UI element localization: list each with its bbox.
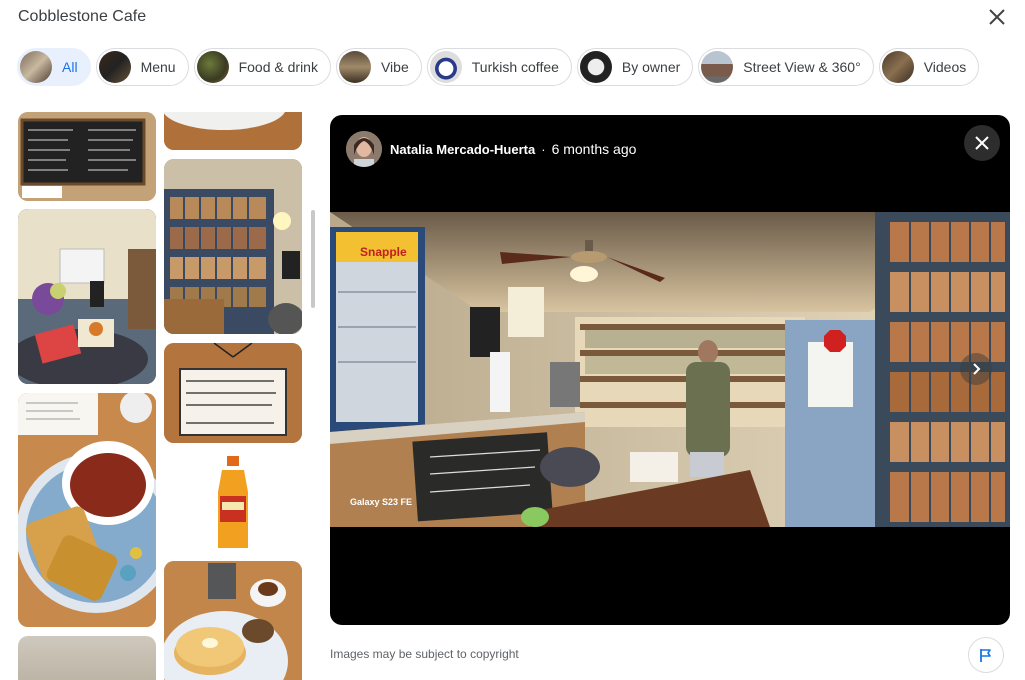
report-photo-button[interactable] [968,637,1004,673]
chip-food-drink[interactable]: Food & drink [193,48,331,86]
close-icon [989,9,1005,25]
photo-thumbnail-table-flowers[interactable] [18,209,156,384]
chip-thumbnail [429,51,462,83]
chip-label: Turkish coffee [471,59,559,75]
photo-thumbnail-plate-top[interactable] [164,112,302,150]
photo-thumbnail-breakfast-sign[interactable] [164,343,302,443]
main-photo[interactable]: Snapple [330,212,1010,527]
close-icon [975,136,989,150]
chip-label: Menu [140,59,176,75]
chip-all[interactable]: All [17,48,91,86]
page-title: Cobblestone Cafe [18,8,147,25]
chip-videos[interactable]: Videos [878,48,980,86]
chip-label: Street View & 360° [743,59,861,75]
photo-thumbnail-bookshelf[interactable] [164,159,302,334]
photo-viewer: Natalia Mercado-Huerta · 6 months ago Sn… [330,115,1010,625]
photo-thumbnail-chalkboard-menu[interactable] [18,112,156,201]
svg-text:Snapple: Snapple [360,245,407,259]
close-button[interactable] [985,5,1009,29]
chip-by-owner[interactable]: By owner [576,48,694,86]
filter-chips: All Menu Food & drink Vibe Turkish coffe… [17,48,980,86]
chip-thumbnail [338,51,371,83]
chip-turkish-coffee[interactable]: Turkish coffee [426,48,572,86]
chip-label: By owner [621,59,681,75]
author-name[interactable]: Natalia Mercado-Huerta [390,142,535,157]
viewer-close-button[interactable] [964,125,1000,161]
chip-label: Vibe [380,59,409,75]
chip-thumbnail [98,51,131,83]
photo-gallery-page: Cobblestone Cafe All Menu Food & drink V… [0,0,1025,680]
chevron-right-icon [973,363,981,375]
photo-thumbnail-pancakes[interactable] [164,561,302,680]
flag-icon [980,649,991,662]
chip-thumbnail [20,51,52,83]
chip-label: Food & drink [238,59,318,75]
chip-thumbnail [579,51,612,83]
chip-thumbnail [701,51,734,83]
avatar [346,131,382,167]
grid-scrollbar[interactable] [311,210,315,308]
chip-vibe[interactable]: Vibe [335,48,422,86]
chip-thumbnail [881,51,914,83]
next-photo-button[interactable] [960,353,992,385]
photo-thumbnail-juice-bottle[interactable] [164,452,302,557]
camera-model: Galaxy S23 FE [350,497,413,507]
photo-time: 6 months ago [551,141,637,157]
copyright-notice: Images may be subject to copyright [330,647,519,661]
chip-label: All [62,59,78,75]
chip-label: Videos [923,59,967,75]
separator: · [541,141,546,157]
author-info[interactable]: Natalia Mercado-Huerta · 6 months ago [346,131,636,167]
chip-street-view[interactable]: Street View & 360° [698,48,874,86]
chip-thumbnail [196,51,229,83]
photo-grid [18,112,303,680]
photo-thumbnail-wall[interactable] [18,636,156,680]
chip-menu[interactable]: Menu [95,48,189,86]
photo-thumbnail-soup-sandwich[interactable] [18,393,156,627]
